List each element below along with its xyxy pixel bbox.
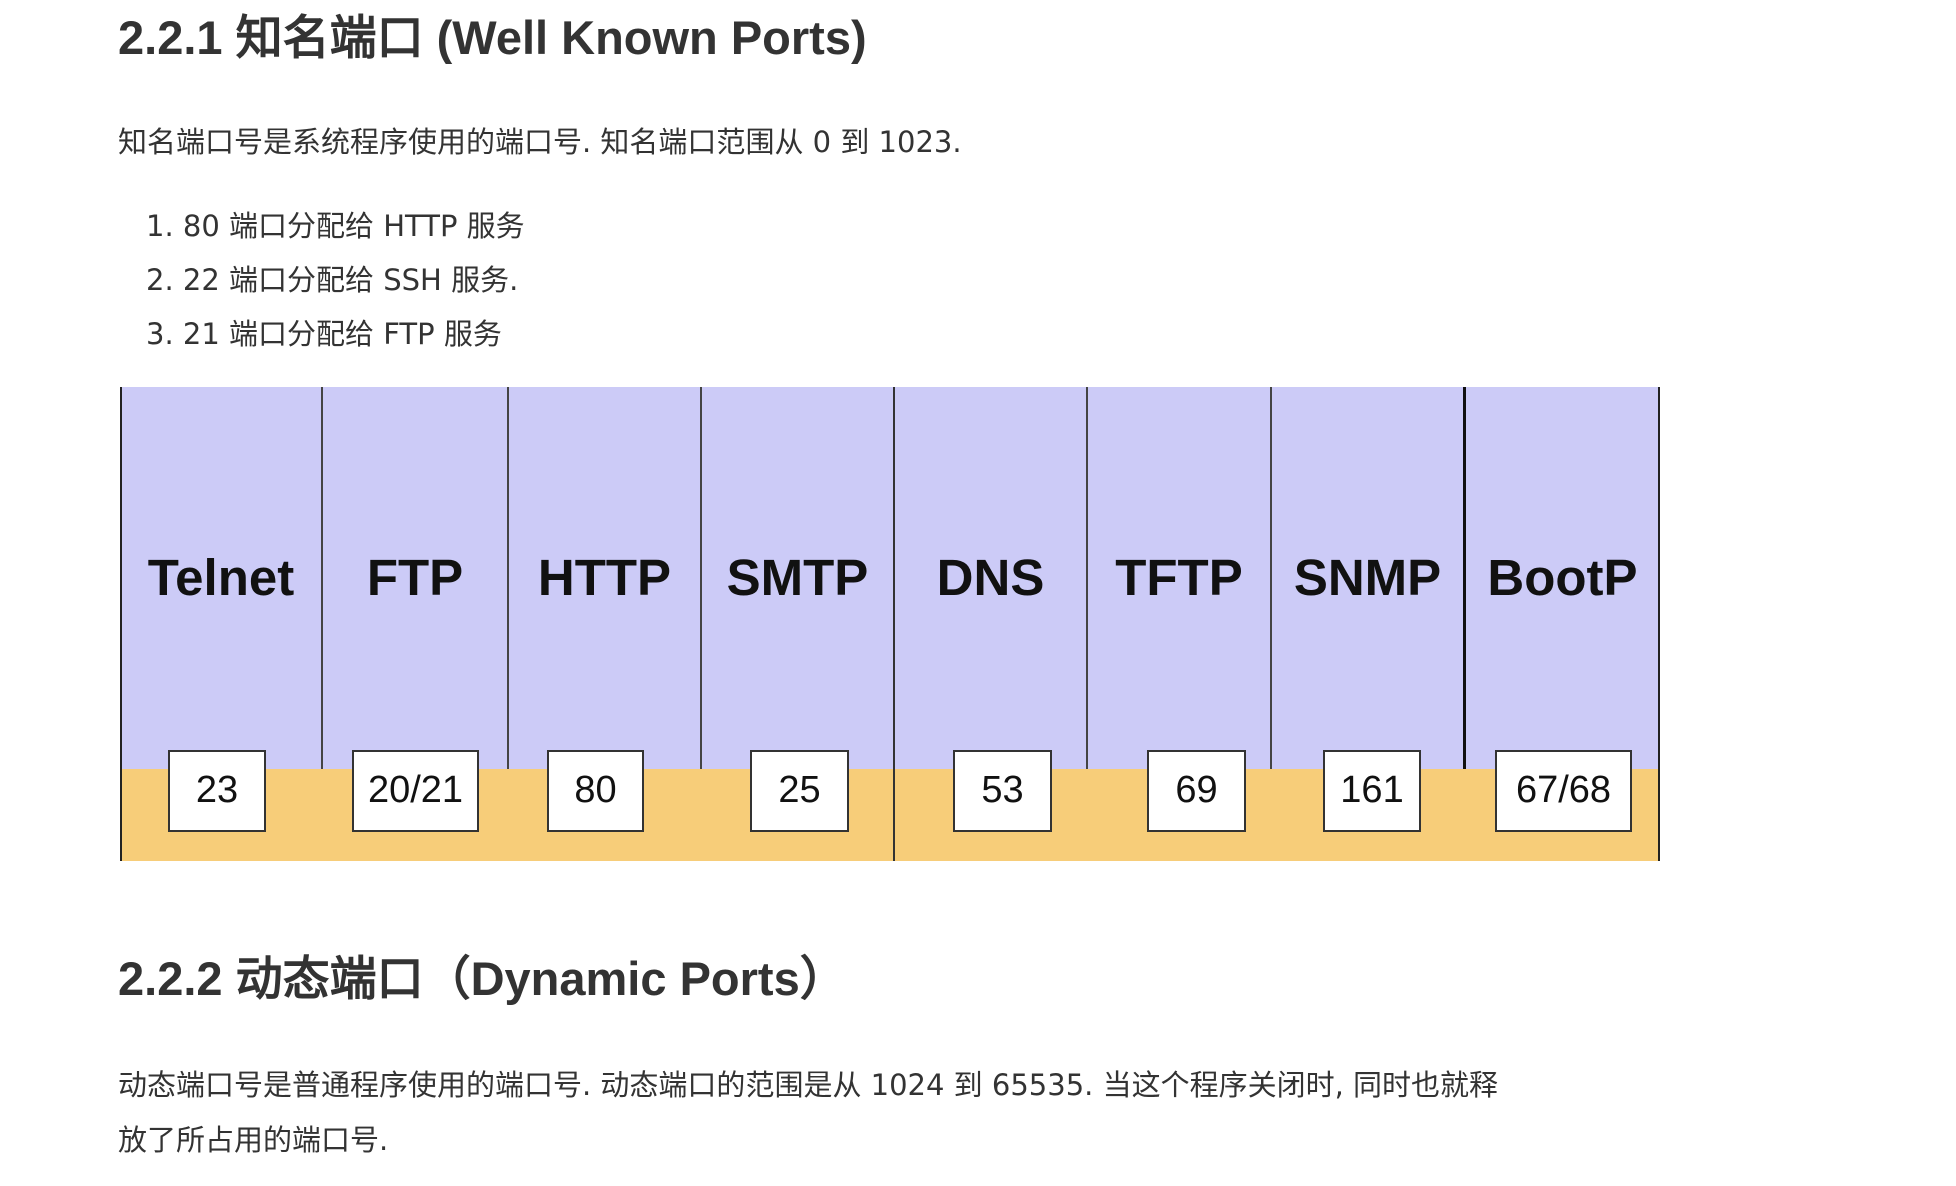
protocol-label-dns: DNS <box>936 548 1045 606</box>
list-item: 2. 22 端口分配给 SSH 服务. <box>146 263 519 297</box>
protocol-label-smtp: SMTP <box>726 548 869 606</box>
diagram-border <box>1658 387 1660 861</box>
port-number-box: 25 <box>750 750 849 832</box>
transport-divider <box>893 387 895 861</box>
protocol-label-snmp: SNMP <box>1293 548 1442 606</box>
dynamic-ports-description-continued: 放了所占用的端口号. <box>118 1123 389 1157</box>
protocol-label-bootp: BootP <box>1487 548 1638 606</box>
port-number-box: 23 <box>168 750 266 832</box>
well-known-ports-list: 1. 80 端口分配给 HTTP 服务 2. 22 端口分配给 SSH 服务. … <box>146 209 525 371</box>
protocol-label-http: HTTP <box>537 548 672 606</box>
section-heading-dynamic-ports: 2.2.2 动态端口（Dynamic Ports） <box>118 952 847 1005</box>
diagram-border <box>120 387 122 861</box>
port-number-box: 161 <box>1323 750 1421 832</box>
dynamic-ports-description: 动态端口号是普通程序使用的端口号. 动态端口的范围是从 1024 到 65535… <box>118 1068 1499 1102</box>
port-number-box: 67/68 <box>1495 750 1632 832</box>
well-known-ports-description: 知名端口号是系统程序使用的端口号. 知名端口范围从 0 到 1023. <box>118 125 962 159</box>
port-number-box: 69 <box>1147 750 1246 832</box>
port-diagram: Telnet FTP HTTP SMTP DNS TFTP SNMP BootP… <box>120 387 1660 861</box>
protocol-label-ftp: FTP <box>366 548 464 606</box>
port-number-box: 53 <box>953 750 1052 832</box>
protocol-label-tftp: TFTP <box>1115 548 1243 606</box>
list-item: 1. 80 端口分配给 HTTP 服务 <box>146 209 525 243</box>
protocol-label-telnet: Telnet <box>147 548 295 606</box>
list-item: 3. 21 端口分配给 FTP 服务 <box>146 317 502 351</box>
section-heading-well-known-ports: 2.2.1 知名端口 (Well Known Ports) <box>118 11 867 64</box>
port-number-box: 80 <box>547 750 644 832</box>
port-number-box: 20/21 <box>352 750 479 832</box>
port-band <box>120 769 1660 861</box>
